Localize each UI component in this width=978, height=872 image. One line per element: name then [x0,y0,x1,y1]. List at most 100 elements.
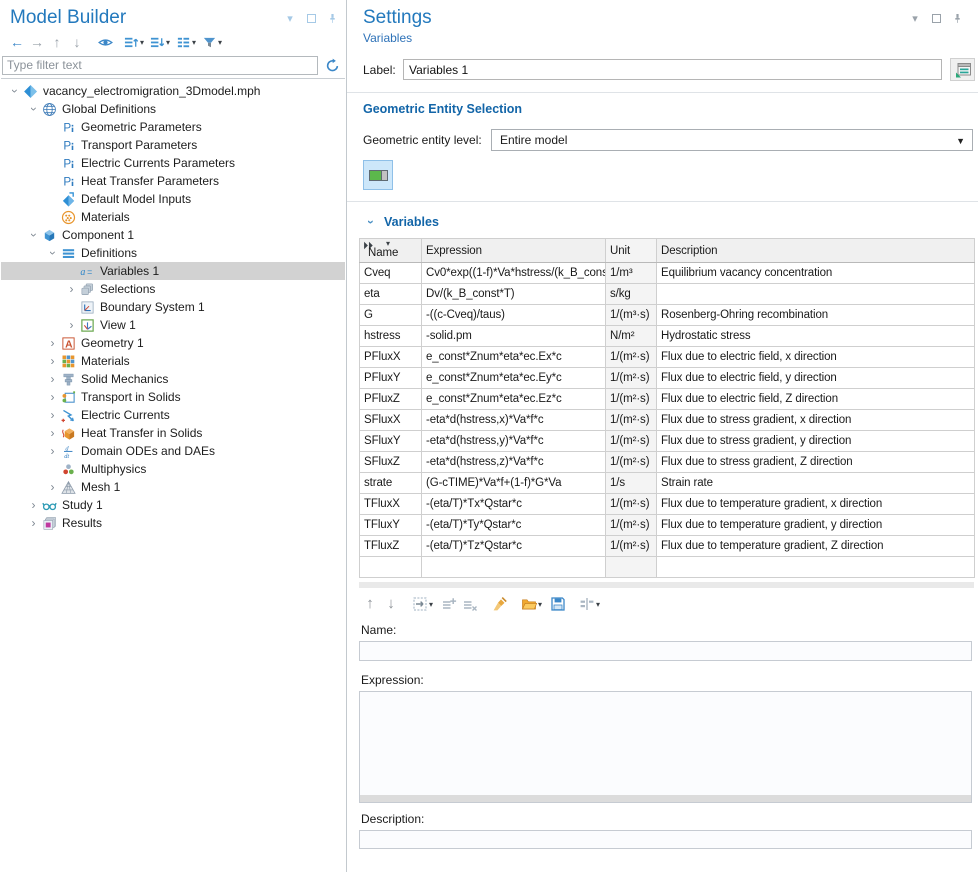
refresh-icon[interactable] [322,55,342,75]
filter-button[interactable]: ▾ [202,33,226,51]
go-back-button[interactable]: ← [8,33,26,51]
cell-unit[interactable]: 1/(m³·s) [606,305,657,326]
cell-name[interactable]: PFluxX [360,347,422,368]
tree-chevron-icon[interactable]: › [45,445,60,457]
cell-expression[interactable]: -eta*d(hstress,x)*Va*f*c [422,410,606,431]
cell-name[interactable]: G [360,305,422,326]
cell-unit[interactable]: 1/(m²·s) [606,536,657,557]
cell-description[interactable]: Strain rate [657,473,975,494]
cell-unit[interactable]: N/m² [606,326,657,347]
show-hide-button[interactable] [96,33,114,51]
tree-chevron-icon[interactable]: › [26,229,41,241]
tree-item[interactable]: ›Mesh 1 [1,478,345,496]
move-to-button[interactable]: ▾ [412,595,437,613]
cell-description[interactable] [657,284,975,305]
tree-chevron-icon[interactable]: › [26,499,41,511]
tree-item[interactable]: ›ddtDomain ODEs and DAEs [1,442,345,460]
tree-item[interactable]: Default Model Inputs [1,190,345,208]
column-header-name[interactable]: ▾Name [360,239,422,263]
tree-chevron-icon[interactable]: › [45,427,60,439]
cell-name[interactable]: SFluxX [360,410,422,431]
cell-expression[interactable]: -(eta/T)*Ty*Qstar*c [422,515,606,536]
tree-chevron-icon[interactable]: › [45,247,60,259]
cell-name[interactable]: PFluxY [360,368,422,389]
tree-item[interactable]: a=Variables 1 [1,262,345,280]
cell-name[interactable]: TFluxY [360,515,422,536]
dropdown-caret-icon[interactable]: ▾ [429,600,437,609]
cell-unit[interactable]: 1/m³ [606,263,657,284]
cell-name[interactable]: eta [360,284,422,305]
clear-table-button[interactable] [491,595,509,613]
row-move-down-button[interactable]: ↓ [382,595,400,613]
cell-unit[interactable]: 1/(m²·s) [606,515,657,536]
dropdown-caret-icon[interactable]: ▾ [538,600,546,609]
move-up-button[interactable]: ↑ [48,33,66,51]
tree-item[interactable]: ›Heat Transfer in Solids [1,424,345,442]
cell-unit[interactable]: 1/(m²·s) [606,389,657,410]
geometric-entity-level-select[interactable]: Entire model ▼ [491,129,973,151]
cell-expression[interactable]: -(eta/T)*Tz*Qstar*c [422,536,606,557]
tree-item[interactable]: ›View 1 [1,316,345,334]
collapse-caret-icon[interactable]: ▾ [909,12,921,24]
cell-expression[interactable]: -(eta/T)*Tx*Qstar*c [422,494,606,515]
expression-horizontal-scrollbar[interactable] [360,795,971,802]
name-input[interactable] [359,641,972,661]
tree-chevron-icon[interactable]: › [45,391,60,403]
table-horizontal-scrollbar[interactable] [359,582,974,588]
tree-item[interactable]: ›Global Definitions [1,100,345,118]
tree-chevron-icon[interactable]: › [45,337,60,349]
column-header-unit[interactable]: Unit [606,239,657,263]
cell-description[interactable]: Flux due to stress gradient, Z direction [657,452,975,473]
move-down-button[interactable]: ↓ [68,33,86,51]
tree-chevron-icon[interactable]: › [45,373,60,385]
tree-chevron-icon[interactable]: › [26,103,41,115]
go-forward-button[interactable]: → [28,33,46,51]
collapse-all-button[interactable]: ▾ [124,33,148,51]
cell-description[interactable]: Hydrostatic stress [657,326,975,347]
model-tree-node-text-button[interactable]: ▾ [176,33,200,51]
cell-unit[interactable]: 1/(m²·s) [606,368,657,389]
tree-item[interactable]: Materials [1,208,345,226]
cell-description[interactable]: Flux due to temperature gradient, y dire… [657,515,975,536]
column-header-description[interactable]: Description [657,239,975,263]
dropdown-caret-icon[interactable]: ▾ [140,38,148,47]
cell-description[interactable]: Flux due to electric field, y direction [657,368,975,389]
cell-name[interactable]: strate [360,473,422,494]
cell-expression[interactable] [422,557,606,578]
cell-expression[interactable]: -eta*d(hstress,y)*Va*f*c [422,431,606,452]
cell-name[interactable]: hstress [360,326,422,347]
tree-chevron-icon[interactable]: › [64,319,79,331]
tree-chevron-icon[interactable]: › [26,517,41,529]
tree-item[interactable]: ›Transport in Solids [1,388,345,406]
tree-chevron-icon[interactable]: › [45,355,60,367]
row-move-up-button[interactable]: ↑ [361,595,379,613]
cell-expression[interactable]: (G-cTIME)*Va*f+(1-f)*G*Va [422,473,606,494]
cell-description[interactable]: Flux due to electric field, Z direction [657,389,975,410]
cell-unit[interactable]: 1/(m²·s) [606,410,657,431]
rename-window-icon[interactable] [950,58,975,81]
column-header-expression[interactable]: Expression [422,239,606,263]
cell-description[interactable] [657,557,975,578]
cell-name[interactable]: SFluxZ [360,452,422,473]
cell-unit[interactable] [606,557,657,578]
tree-chevron-icon[interactable]: › [64,283,79,295]
cell-expression[interactable]: Dv/(k_B_const*T) [422,284,606,305]
cell-name[interactable]: TFluxZ [360,536,422,557]
tree-item[interactable]: PElectric Currents Parameters [1,154,345,172]
float-window-icon[interactable] [930,12,942,24]
tree-item[interactable]: ›Solid Mechanics [1,370,345,388]
tree-item[interactable]: ›Selections [1,280,345,298]
cell-name[interactable]: SFluxY [360,431,422,452]
cell-unit[interactable]: 1/(m²·s) [606,431,657,452]
pin-icon[interactable] [951,12,963,24]
cell-name[interactable]: PFluxZ [360,389,422,410]
dropdown-caret-icon[interactable]: ▾ [192,38,200,47]
tree-chevron-icon[interactable]: › [7,85,22,97]
cell-description[interactable]: Flux due to temperature gradient, Z dire… [657,536,975,557]
tree-item[interactable]: ›Study 1 [1,496,345,514]
cell-description[interactable]: Rosenberg-Ohring recombination [657,305,975,326]
dropdown-caret-icon[interactable]: ▾ [218,38,226,47]
cell-unit[interactable]: 1/(m²·s) [606,347,657,368]
active-toggle-button[interactable] [363,160,393,190]
cell-description[interactable]: Equilibrium vacancy concentration [657,263,975,284]
